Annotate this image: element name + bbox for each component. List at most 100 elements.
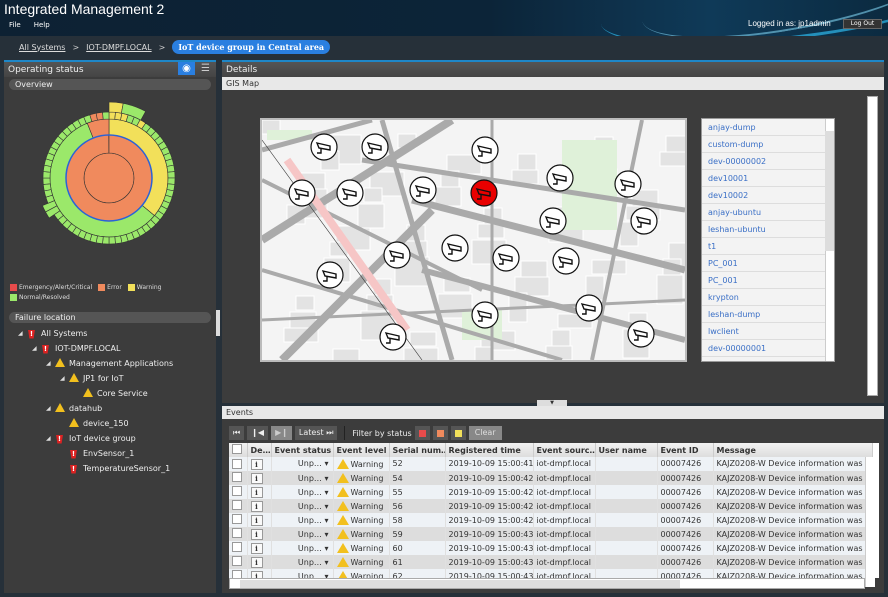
- camera-marker-alert[interactable]: [470, 179, 498, 207]
- tree-node[interactable]: Core Service: [4, 386, 216, 401]
- chevron-down-icon[interactable]: ▾: [324, 558, 328, 567]
- clear-filter-button[interactable]: Clear: [468, 426, 502, 440]
- device-list-item[interactable]: lwclient: [702, 323, 826, 340]
- device-list-item[interactable]: anjay-dump: [702, 119, 826, 136]
- sunburst-leaf[interactable]: [42, 177, 51, 185]
- sunburst-leaf[interactable]: [102, 111, 110, 120]
- sunburst-leaf[interactable]: [108, 111, 116, 120]
- panel-splitter[interactable]: [216, 310, 220, 336]
- event-status[interactable]: Unp…: [298, 488, 322, 497]
- event-row[interactable]: i Unp… ▾ Warning 55 2019-10-09 15:00:42 iot-d…: [229, 485, 873, 499]
- tree-node[interactable]: ◢! IOT-DMPF.LOCAL: [4, 341, 216, 356]
- event-status[interactable]: Unp…: [298, 544, 322, 553]
- column-header[interactable]: Event level: [333, 443, 390, 457]
- expand-toggle-icon[interactable]: ◢: [18, 330, 26, 337]
- device-list-item[interactable]: leshan-dump: [702, 306, 826, 323]
- events-horizontal-scrollbar[interactable]: [229, 578, 865, 589]
- info-icon[interactable]: i: [250, 556, 263, 568]
- camera-marker[interactable]: [288, 179, 316, 207]
- breadcrumb-all-systems[interactable]: All Systems: [19, 43, 65, 52]
- camera-marker[interactable]: [546, 164, 574, 192]
- info-icon[interactable]: i: [250, 500, 263, 512]
- row-checkbox[interactable]: [232, 542, 242, 552]
- row-checkbox[interactable]: [232, 486, 242, 496]
- events-vertical-scrollbar[interactable]: [865, 457, 875, 587]
- chevron-down-icon[interactable]: ▾: [324, 516, 328, 525]
- expand-toggle-icon[interactable]: ◢: [60, 375, 68, 382]
- event-status[interactable]: Unp…: [298, 558, 322, 567]
- tree-node[interactable]: ◢ datahub: [4, 401, 216, 416]
- device-list-item[interactable]: dev10001: [702, 170, 826, 187]
- column-header[interactable]: De…: [247, 443, 272, 457]
- first-page-button[interactable]: ⏮: [229, 426, 245, 440]
- column-header[interactable]: User name: [595, 443, 658, 457]
- chevron-down-icon[interactable]: ▾: [324, 488, 328, 497]
- list-view-icon[interactable]: ☰: [197, 62, 214, 75]
- device-list-item[interactable]: leshan-ubuntu: [702, 221, 826, 238]
- event-row[interactable]: i Unp… ▾ Warning 58 2019-10-09 15:00:42 iot-d…: [229, 513, 873, 527]
- menu-file[interactable]: File: [9, 21, 21, 29]
- info-icon[interactable]: i: [250, 528, 263, 540]
- device-list-scrollbar[interactable]: [825, 119, 834, 361]
- select-all-checkbox[interactable]: [232, 444, 242, 454]
- tree-node[interactable]: ! EnvSensor_1: [4, 446, 216, 461]
- sunburst-leaf[interactable]: [114, 235, 123, 245]
- sunburst-leaf[interactable]: [42, 171, 51, 179]
- camera-marker[interactable]: [361, 133, 389, 161]
- tree-node[interactable]: ◢! All Systems: [4, 326, 216, 341]
- event-status[interactable]: Unp…: [298, 530, 322, 539]
- tree-node[interactable]: ◢! IoT device group: [4, 431, 216, 446]
- row-checkbox[interactable]: [232, 514, 242, 524]
- chevron-down-icon[interactable]: ▾: [324, 530, 328, 539]
- device-list-item[interactable]: dev-00000002: [702, 153, 826, 170]
- info-icon[interactable]: i: [250, 486, 263, 498]
- row-checkbox[interactable]: [232, 500, 242, 510]
- gis-map[interactable]: [260, 118, 687, 362]
- info-icon[interactable]: i: [250, 542, 263, 554]
- camera-marker[interactable]: [575, 294, 603, 322]
- device-list-item[interactable]: dev10002: [702, 187, 826, 204]
- event-status[interactable]: Unp…: [298, 516, 322, 525]
- info-icon[interactable]: i: [250, 472, 263, 484]
- column-header[interactable]: Event ID: [657, 443, 714, 457]
- camera-marker[interactable]: [316, 261, 344, 289]
- device-list-item[interactable]: PC_001: [702, 255, 826, 272]
- event-row[interactable]: i Unp… ▾ Warning 60 2019-10-09 15:00:43 iot-d…: [229, 541, 873, 555]
- menu-help[interactable]: Help: [34, 21, 50, 29]
- sunburst-leaf[interactable]: [42, 183, 52, 192]
- sunburst-leaf[interactable]: [102, 236, 110, 245]
- breadcrumb-iot-dmpf[interactable]: IOT-DMPF.LOCAL: [86, 43, 151, 52]
- column-header[interactable]: Event status: [271, 443, 334, 457]
- tree-node[interactable]: device_150: [4, 416, 216, 431]
- chevron-down-icon[interactable]: ▾: [324, 474, 328, 483]
- column-header[interactable]: Serial num…: [389, 443, 446, 457]
- info-icon[interactable]: i: [250, 570, 263, 578]
- sunburst-view-icon[interactable]: ◉: [178, 62, 195, 75]
- device-list-item[interactable]: custom-dump: [702, 136, 826, 153]
- filter-critical-button[interactable]: [414, 426, 430, 440]
- expand-toggle-icon[interactable]: ◢: [32, 345, 40, 352]
- sunburst-leaf[interactable]: [167, 177, 176, 185]
- chevron-down-icon[interactable]: ▾: [324, 459, 328, 468]
- tree-node[interactable]: ◢ Management Applications: [4, 356, 216, 371]
- camera-marker[interactable]: [614, 170, 642, 198]
- camera-marker[interactable]: [383, 241, 411, 269]
- row-checkbox[interactable]: [232, 528, 242, 538]
- camera-marker[interactable]: [539, 207, 567, 235]
- column-header[interactable]: Event sourc…: [533, 443, 596, 457]
- sunburst-leaf[interactable]: [166, 164, 176, 173]
- sunburst-chart[interactable]: [24, 96, 194, 261]
- expand-toggle-icon[interactable]: ◢: [46, 435, 54, 442]
- camera-marker[interactable]: [471, 136, 499, 164]
- camera-marker[interactable]: [441, 234, 469, 262]
- row-checkbox[interactable]: [232, 570, 242, 578]
- tree-node[interactable]: ◢ JP1 for IoT: [4, 371, 216, 386]
- event-status[interactable]: Unp…: [298, 459, 322, 468]
- device-list-item[interactable]: anjay-ubuntu: [702, 204, 826, 221]
- column-header[interactable]: Message: [713, 443, 873, 457]
- info-icon[interactable]: i: [250, 458, 263, 470]
- row-checkbox[interactable]: [232, 556, 242, 566]
- device-list-item[interactable]: PC_001: [702, 272, 826, 289]
- chevron-down-icon[interactable]: ▾: [324, 544, 328, 553]
- camera-marker[interactable]: [627, 320, 655, 348]
